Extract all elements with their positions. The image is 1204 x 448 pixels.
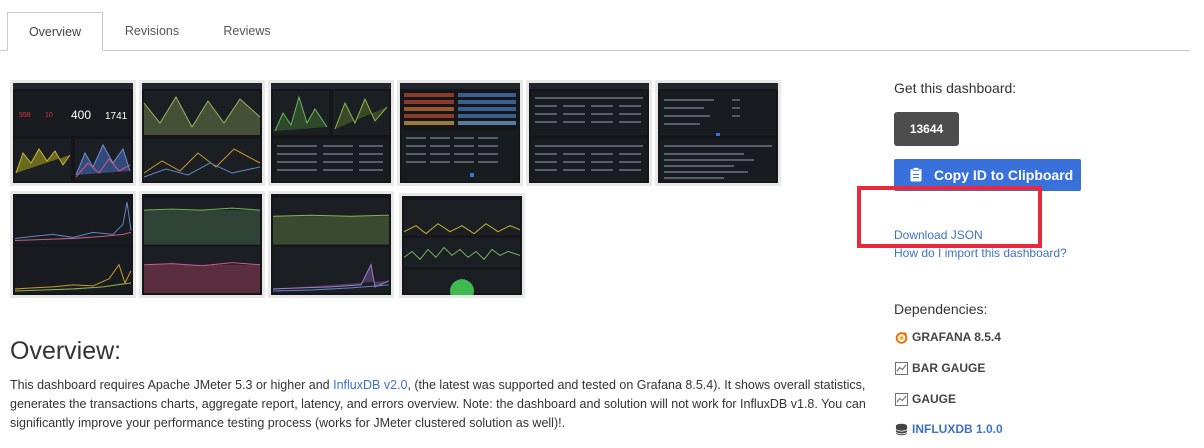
screenshot-thumbnail[interactable] bbox=[268, 80, 394, 186]
screenshot-thumbnail[interactable] bbox=[399, 193, 525, 298]
dependency-gauge: GAUGE bbox=[895, 392, 956, 406]
screenshot-thumbnail[interactable] bbox=[10, 191, 136, 298]
dashboard-id-badge: 13644 bbox=[894, 112, 959, 146]
tab-overview[interactable]: Overview bbox=[7, 12, 103, 51]
screenshot-thumbnail[interactable] bbox=[139, 191, 265, 298]
stat-value-3: 400 bbox=[71, 108, 91, 122]
import-help-link[interactable]: How do I import this dashboard? bbox=[894, 246, 1067, 260]
overview-description: This dashboard requires Apache JMeter 5.… bbox=[10, 378, 866, 430]
get-dashboard-title: Get this dashboard: bbox=[894, 80, 1017, 96]
stat-value-4: 1741 bbox=[105, 111, 128, 122]
screenshot-thumbnail[interactable] bbox=[268, 191, 394, 298]
tab-reviews[interactable]: Reviews bbox=[201, 12, 293, 50]
stat-value-2: 10 bbox=[45, 112, 53, 119]
influxdb-link[interactable]: InfluxDB v2.0 bbox=[333, 378, 407, 392]
clipboard-icon bbox=[910, 167, 922, 182]
copy-id-label: Copy ID to Clipboard bbox=[934, 167, 1074, 183]
screenshot-thumbnail[interactable] bbox=[139, 80, 265, 186]
dependency-bar-gauge: BAR GAUGE bbox=[895, 361, 985, 375]
tab-revisions[interactable]: Revisions bbox=[106, 12, 198, 50]
panel-icon bbox=[895, 361, 908, 375]
grafana-icon bbox=[895, 331, 908, 344]
screenshot-thumbnail[interactable] bbox=[397, 80, 523, 186]
screenshot-thumbnail[interactable] bbox=[526, 80, 652, 186]
stat-value-1: 958 bbox=[19, 112, 31, 119]
tab-bar: Overview Revisions Reviews bbox=[0, 0, 1190, 51]
database-icon bbox=[895, 423, 908, 435]
dependency-grafana: GRAFANA 8.5.4 bbox=[895, 330, 1001, 344]
screenshot-thumbnail[interactable]: 958 10 400 1741 bbox=[10, 80, 136, 186]
dependency-influxdb[interactable]: INFLUXDB 1.0.0 bbox=[895, 422, 1003, 436]
overview-heading: Overview: bbox=[10, 337, 122, 365]
screenshot-thumbnail[interactable] bbox=[655, 80, 781, 186]
dependencies-title: Dependencies: bbox=[894, 301, 988, 317]
panel-icon bbox=[895, 392, 908, 406]
highlight-box bbox=[857, 186, 1042, 248]
